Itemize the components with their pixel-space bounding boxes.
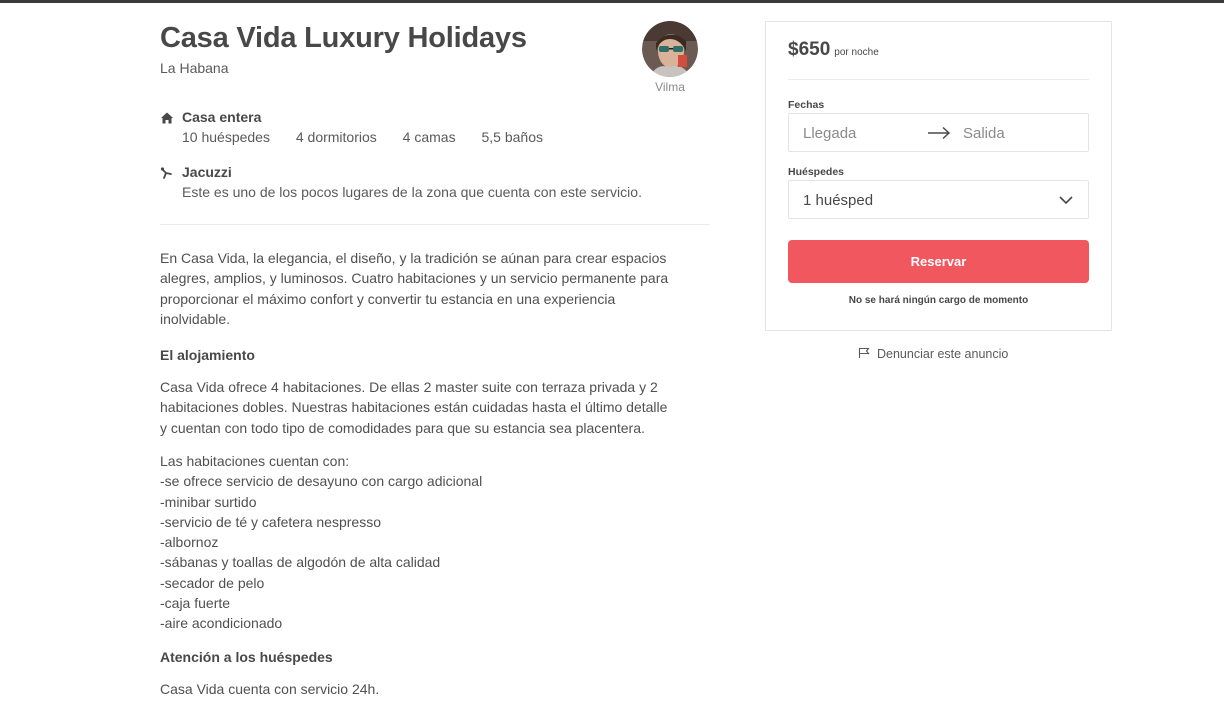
listing-header: Casa Vida Luxury Holidays La Habana [160, 20, 712, 77]
amenities-intro: Las habitaciones cuentan con: [160, 453, 350, 469]
description-line: habitaciones dobles. Nuestras habitacion… [160, 399, 668, 416]
checkout-input[interactable]: Salida [963, 125, 1005, 142]
amenity-item: -servicio de té y cafetera nespresso [160, 513, 381, 530]
chevron-down-icon [1059, 196, 1073, 205]
nightly-price: $650 [788, 39, 831, 60]
bedroom-count: 4 dormitorios [295, 129, 377, 145]
booking-card: $650 por noche Fechas Llegada Salida Hués… [765, 21, 1112, 331]
amenity-item: -sábanas y toallas de algodón de alta ca… [160, 554, 441, 571]
description-line: y cuentan con todo tipo de comodidades p… [160, 419, 645, 436]
listing-title: Casa Vida Luxury Holidays [160, 22, 527, 54]
date-range-picker: Llegada Salida [788, 113, 1089, 152]
amenity-item: -albornoz [160, 534, 219, 551]
sparkle-icon [160, 167, 172, 179]
guest-count: 10 huéspedes [182, 129, 270, 145]
price-display: $650 por noche [788, 39, 879, 61]
no-charge-note: No se hará ningún cargo de momento [848, 295, 1029, 306]
card-divider [788, 79, 1089, 80]
accommodation-heading: El alojamiento [160, 347, 255, 363]
host-profile[interactable]: Vilma [641, 21, 699, 94]
guest-service-heading: Atención a los huéspedes [160, 649, 333, 665]
amenity-item: -se ofrece servicio de desayuno con carg… [160, 473, 483, 490]
bed-count: 4 camas [402, 129, 456, 145]
amenities-list: Las habitaciones cuentan con: -se ofrece… [160, 451, 720, 634]
dates-label: Fechas [788, 99, 825, 111]
feature-title: Jacuzzi [182, 164, 232, 180]
feature-subtitle: Este es uno de los pocos lugares de la z… [182, 184, 642, 200]
description-line: Casa Vida ofrece 4 habitaciones. De ella… [160, 379, 658, 395]
report-label: Denunciar este anuncio [877, 347, 1009, 361]
checkin-input[interactable]: Llegada [803, 125, 856, 142]
report-listing-link[interactable]: Denunciar este anuncio [858, 347, 1008, 361]
feature-entire-home: Casa entera 10 huéspedes 4 dormitorios 4… [160, 109, 720, 149]
amenity-item: -caja fuerte [160, 595, 231, 612]
flag-icon [858, 347, 870, 358]
guest-service-text: Casa Vida cuenta con servicio 24h. [160, 681, 380, 697]
description-line: proporcionar el máximo confort y convert… [160, 290, 616, 307]
host-avatar[interactable] [642, 21, 698, 77]
amenity-item: -aire acondicionado [160, 615, 283, 632]
listing-city: La Habana [160, 60, 229, 76]
amenity-item: -secador de pelo [160, 574, 265, 591]
feature-title: Casa entera [182, 109, 262, 125]
home-icon [161, 112, 173, 124]
arrow-right-icon [928, 126, 951, 140]
host-name: Vilma [655, 80, 685, 94]
amenity-item: -minibar surtido [160, 493, 257, 510]
description-line: alegres, amplios, y luminosos. Cuatro ha… [160, 270, 669, 287]
guests-value: 1 huésped [803, 192, 874, 209]
reserve-button[interactable]: Reservar [788, 240, 1089, 283]
feature-jacuzzi: Jacuzzi Este es uno de los pocos lugares… [160, 164, 720, 204]
description-line: inolvidable. [160, 310, 231, 327]
accommodation-text: Casa Vida ofrece 4 habitaciones. De ella… [160, 377, 720, 438]
top-border [0, 0, 1224, 3]
price-unit: por noche [834, 47, 879, 58]
bathroom-count: 5,5 baños [481, 129, 543, 145]
section-divider [160, 224, 710, 225]
guests-select[interactable]: 1 huésped [788, 180, 1089, 219]
guests-label: Huéspedes [788, 166, 845, 178]
description-intro: En Casa Vida, la elegancia, el diseño, y… [160, 248, 720, 329]
feature-details: 10 huéspedes 4 dormitorios 4 camas 5,5 b… [182, 129, 565, 145]
description-line: En Casa Vida, la elegancia, el diseño, y… [160, 250, 667, 266]
